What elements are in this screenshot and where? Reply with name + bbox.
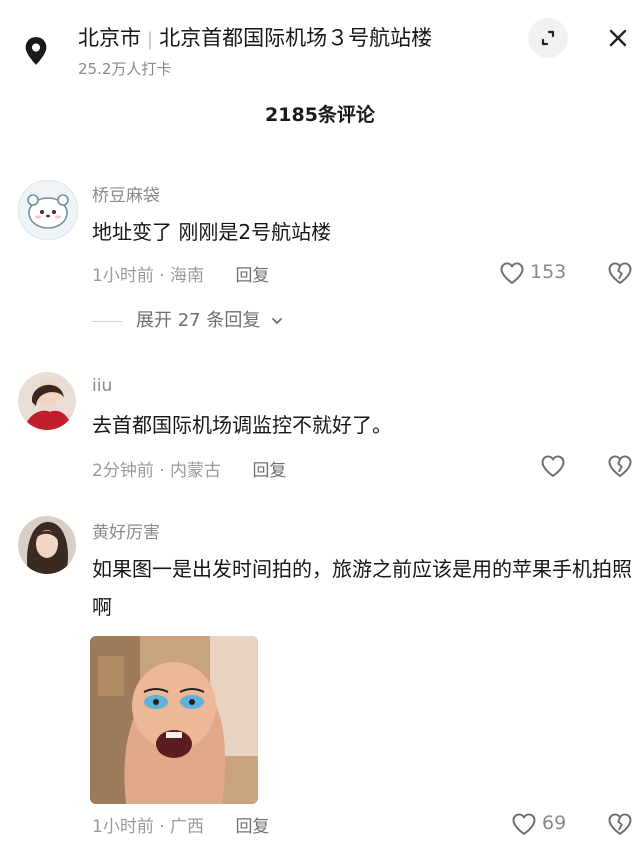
like-button[interactable]: 69 — [510, 810, 580, 838]
username[interactable]: 桥豆麻袋 — [92, 181, 160, 206]
comment-attached-image[interactable] — [90, 636, 258, 804]
like-count: 69 — [542, 812, 567, 834]
comment-text: 如果图一是出发时间拍的，旅游之前应该是用的苹果手机拍照啊 — [92, 557, 632, 619]
avatar-photo — [18, 372, 76, 430]
heart-icon — [541, 455, 565, 477]
reply-button[interactable]: 回复 — [252, 461, 286, 481]
comment-text: 地址变了 刚刚是2号航站楼 — [92, 220, 332, 244]
expand-icon — [541, 30, 555, 46]
expand-divider-line — [92, 320, 122, 322]
expand-replies-label: 展开 27 条回复 — [136, 310, 261, 331]
meme-face-illustration — [90, 636, 258, 804]
like-count: 153 — [530, 261, 567, 283]
avatar[interactable] — [18, 516, 76, 574]
reply-button[interactable]: 回复 — [235, 266, 269, 286]
broken-heart-icon[interactable] — [606, 810, 634, 838]
place-name: 北京首都国际机场３号航站楼 — [159, 26, 433, 50]
avatar[interactable] — [18, 372, 76, 430]
avatar[interactable] — [18, 180, 78, 240]
comment-time-location: 1小时前 · 广西 — [92, 817, 205, 837]
username[interactable]: iiu — [92, 376, 112, 396]
chevron-down-icon — [272, 318, 282, 324]
close-button[interactable] — [598, 18, 638, 58]
like-button[interactable] — [539, 452, 569, 480]
avatar-photo — [18, 516, 76, 574]
expand-button[interactable] — [528, 18, 568, 58]
reply-button[interactable]: 回复 — [235, 817, 269, 837]
title-divider: | — [147, 29, 154, 50]
location-pin-icon — [25, 37, 47, 65]
location-header: 北京市 | 北京首都国际机场３号航站楼 25.2万人打卡 — [0, 0, 640, 84]
heart-icon — [512, 813, 536, 835]
like-button[interactable]: 153 — [498, 259, 578, 287]
expand-replies-button[interactable]: 展开 27 条回复 — [92, 306, 284, 332]
broken-heart-icon[interactable] — [606, 452, 634, 480]
close-icon — [609, 29, 627, 47]
comment-time-location: 2分钟前 · 内蒙古 — [92, 461, 222, 481]
checkin-count: 25.2万人打卡 — [78, 60, 172, 78]
broken-heart-icon[interactable] — [606, 259, 634, 287]
username[interactable]: 黄好厉害 — [92, 518, 160, 543]
location-title[interactable]: 北京市 | 北京首都国际机场３号航站楼 — [78, 22, 432, 52]
comment-text: 去首都国际机场调监控不就好了。 — [92, 413, 392, 437]
heart-icon — [500, 262, 524, 284]
comment-count: 2185条评论 — [265, 104, 375, 126]
city-name: 北京市 — [78, 26, 141, 50]
avatar-bear-illustration — [19, 181, 77, 239]
comment-time-location: 1小时前 · 海南 — [92, 266, 205, 286]
